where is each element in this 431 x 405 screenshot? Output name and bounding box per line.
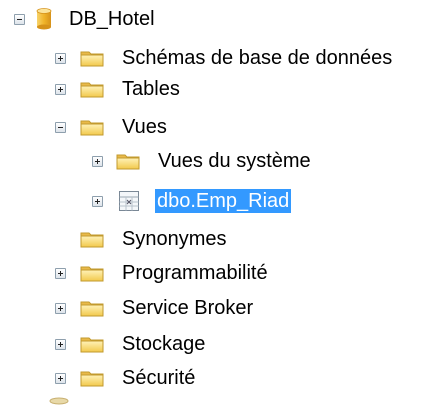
tree-node-label: Schémas de base de données: [122, 47, 393, 69]
tree-node-tables[interactable]: Tables: [0, 74, 260, 104]
expand-toggle-icon[interactable]: [92, 196, 103, 207]
tree-node-label: Programmabilité: [122, 262, 268, 284]
expand-toggle-icon[interactable]: [55, 339, 66, 350]
tree-node-synonymes[interactable]: Synonymes: [0, 224, 260, 254]
folder-icon: [116, 152, 140, 170]
expand-toggle-icon[interactable]: [55, 268, 66, 279]
expand-toggle-icon[interactable]: [92, 156, 103, 167]
tree-node-label: Synonymes: [122, 228, 227, 250]
folder-icon: [80, 230, 104, 248]
expand-toggle-icon[interactable]: [55, 84, 66, 95]
tree-node-stockage[interactable]: Stockage: [0, 329, 260, 359]
collapse-toggle-icon[interactable]: [14, 14, 25, 25]
tree-node-label-selected: dbo.Emp_Riad: [155, 189, 292, 213]
tree-node-label: Stockage: [122, 333, 206, 355]
tree-node-label: Sécurité: [122, 367, 196, 389]
folder-icon: [80, 335, 104, 353]
tree-node-label: Vues du système: [158, 150, 311, 172]
view-icon: [119, 191, 139, 211]
folder-icon: [80, 49, 104, 67]
database-icon: [36, 8, 52, 30]
tree-node-label: Tables: [122, 78, 180, 100]
tree-node-label: Vues: [122, 116, 167, 138]
folder-icon: [80, 369, 104, 387]
tree-node-securite[interactable]: Sécurité: [0, 363, 260, 393]
expand-toggle-icon[interactable]: [55, 53, 66, 64]
tree-node-label: DB_Hotel: [69, 8, 155, 30]
tree-node-service-broker[interactable]: Service Broker: [0, 293, 300, 323]
tree-node-vues-du-systeme[interactable]: Vues du système: [0, 146, 431, 176]
expand-toggle-icon[interactable]: [55, 303, 66, 314]
tree-node-schemas[interactable]: Schémas de base de données: [0, 43, 431, 73]
tree-node-db-hotel[interactable]: DB_Hotel: [0, 4, 260, 34]
tree-node-vues[interactable]: Vues: [0, 112, 260, 142]
partial-node-icon: [49, 397, 69, 405]
folder-icon: [80, 264, 104, 282]
folder-icon: [80, 299, 104, 317]
tree-node-dbo-emp-riad[interactable]: dbo.Emp_Riad: [0, 186, 431, 216]
folder-icon: [80, 80, 104, 98]
collapse-toggle-icon[interactable]: [55, 122, 66, 133]
tree-node-label: Service Broker: [122, 297, 254, 319]
folder-icon: [80, 118, 104, 136]
tree-node-programmabilite[interactable]: Programmabilité: [0, 258, 300, 288]
object-explorer-tree: DB_Hotel Schémas de base de données Tabl…: [0, 0, 431, 405]
expand-toggle-icon[interactable]: [55, 373, 66, 384]
